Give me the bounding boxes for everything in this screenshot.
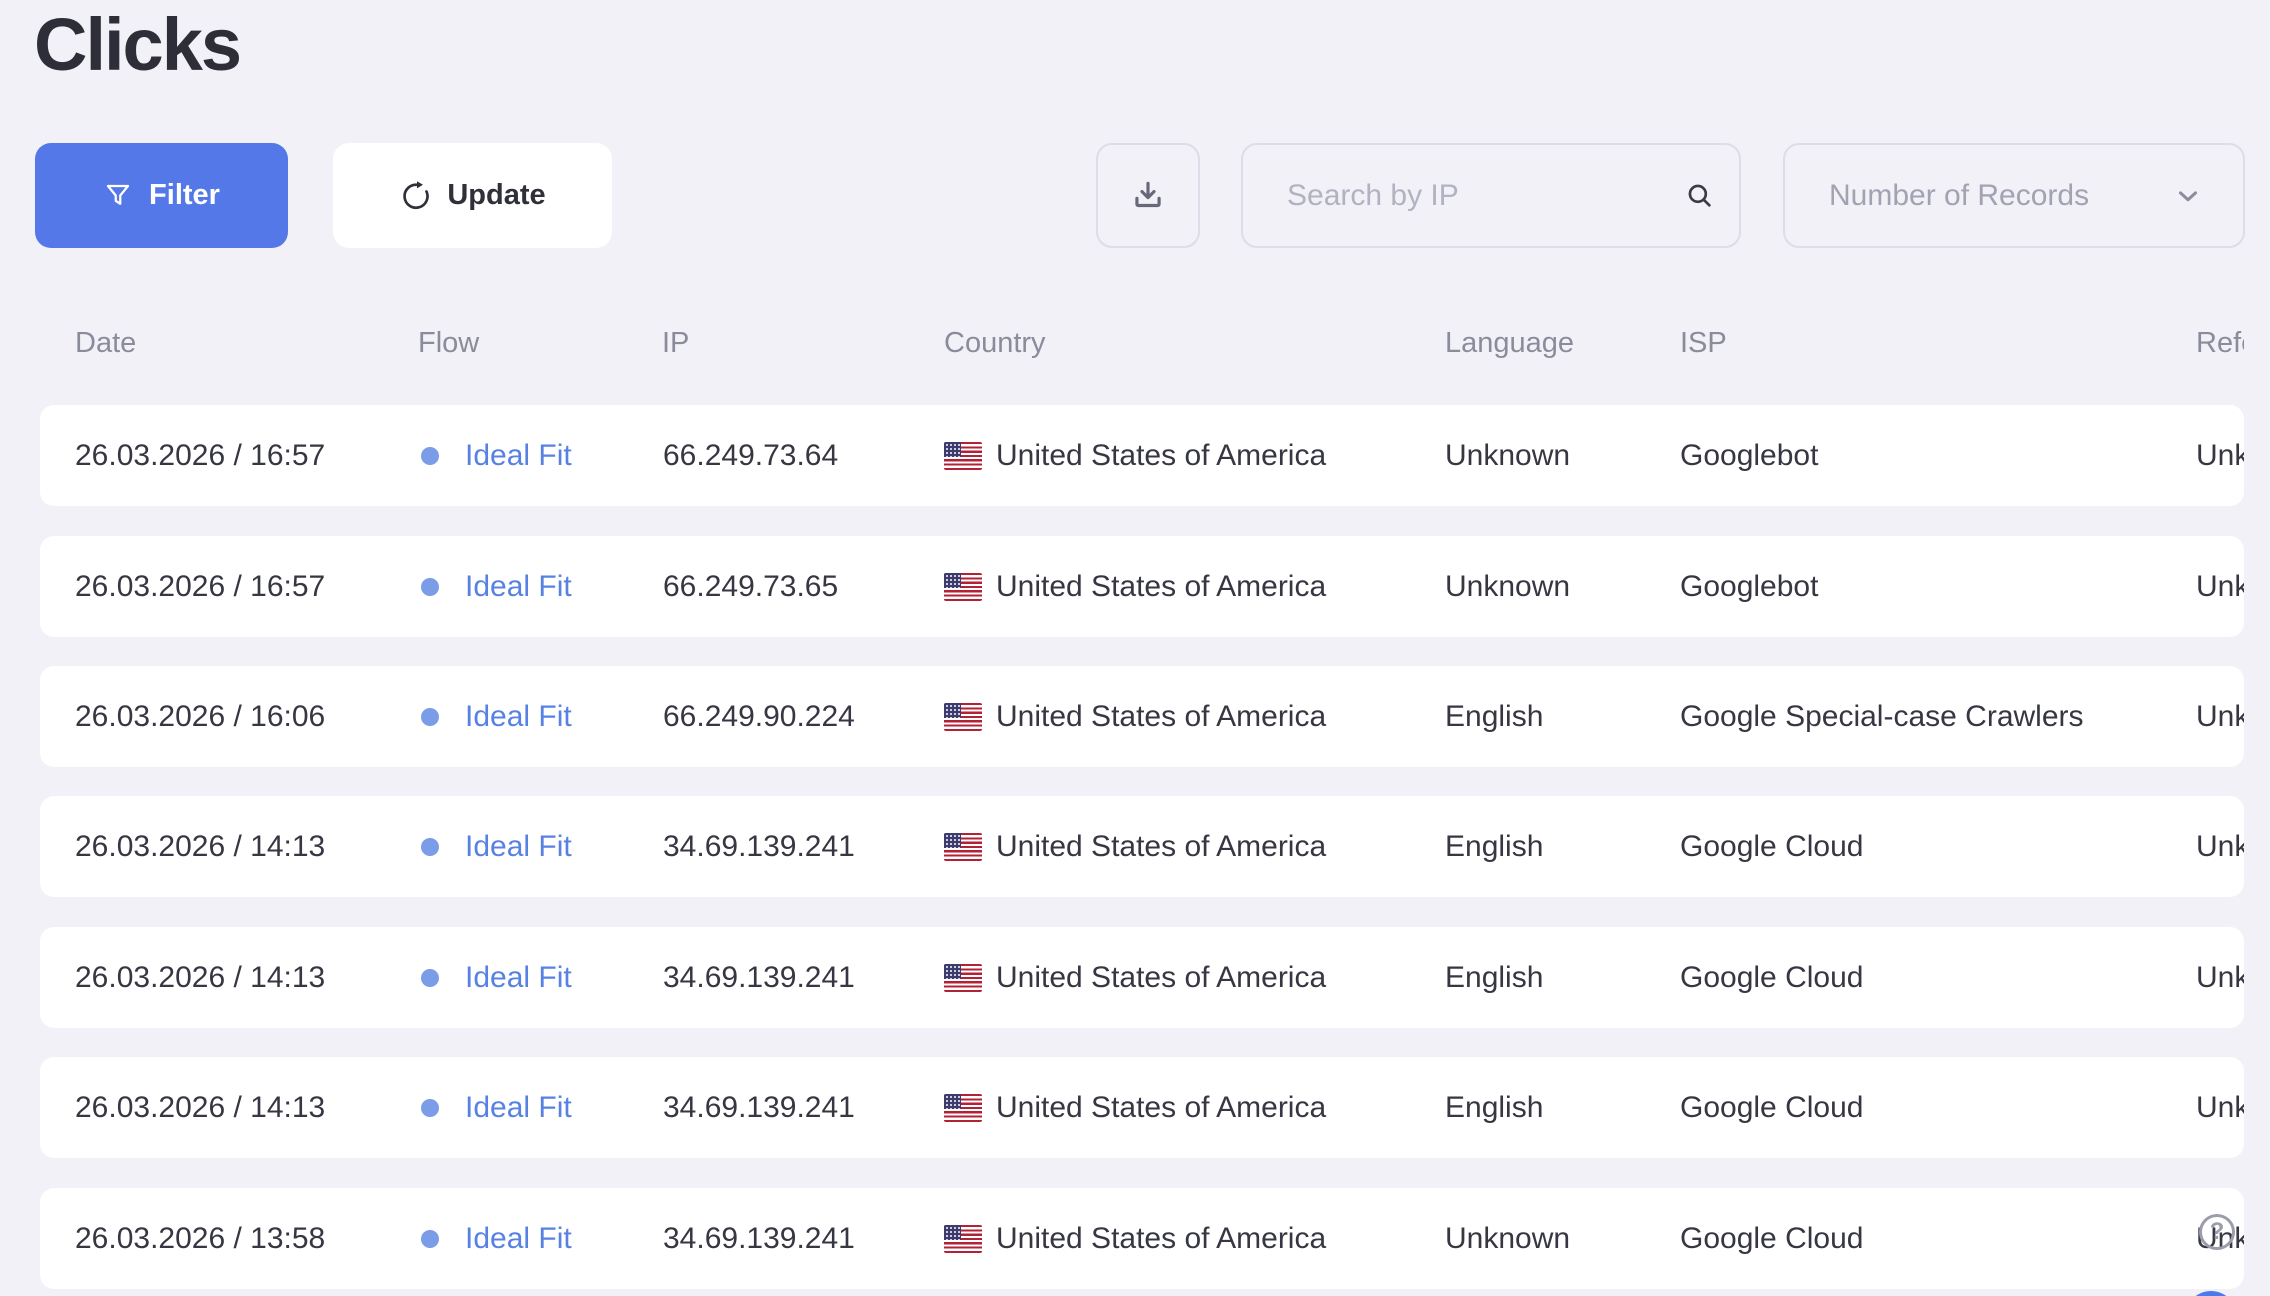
cell-country: United States of America	[944, 1057, 1326, 1158]
cell-country: United States of America	[944, 405, 1326, 506]
us-flag-icon	[944, 963, 982, 992]
blue-dot-icon	[421, 707, 439, 726]
cell-country: United States of America	[944, 1188, 1326, 1289]
flow-label: Ideal Fit	[465, 1090, 572, 1124]
cell-country: United States of America	[944, 796, 1326, 897]
column-header-date: Date	[75, 327, 137, 359]
table-row: 26.03.2026 / 14:13 Ideal Fit 34.69.139.2…	[40, 927, 2244, 1028]
country-name: United States of America	[996, 699, 1327, 733]
cell-referer: Unknown	[2196, 700, 2244, 733]
cell-country: United States of America	[944, 666, 1326, 767]
flow-label: Ideal Fit	[465, 960, 572, 994]
cell-referer: Unknown	[2196, 1091, 2244, 1124]
table-row: 26.03.2026 / 14:13 Ideal Fit 34.69.139.2…	[40, 1057, 2244, 1158]
cell-date: 26.03.2026 / 16:57	[75, 439, 326, 472]
blue-dot-icon	[421, 446, 439, 465]
table-row: 26.03.2026 / 16:57 Ideal Fit 66.249.73.6…	[40, 536, 2244, 637]
flow-link[interactable]: Ideal Fit	[421, 796, 572, 897]
cell-ip: 34.69.139.241	[663, 830, 855, 863]
cell-ip: 66.249.73.64	[663, 439, 839, 472]
cell-language: English	[1445, 830, 1544, 863]
flow-link[interactable]: Ideal Fit	[421, 536, 572, 637]
country-name: United States of America	[996, 569, 1327, 603]
us-flag-icon	[944, 572, 982, 601]
cell-country: United States of America	[944, 927, 1326, 1028]
question-mark-icon: ?	[2209, 1218, 2225, 1245]
us-flag-icon	[944, 702, 982, 731]
cell-isp: Google Cloud	[1680, 961, 1864, 994]
cell-language: Unknown	[1445, 439, 1571, 472]
cell-ip: 34.69.139.241	[663, 961, 855, 994]
cell-country: United States of America	[944, 536, 1326, 637]
cell-isp: Google Cloud	[1680, 1091, 1864, 1124]
cell-ip: 34.69.139.241	[663, 1091, 855, 1124]
blue-dot-icon	[421, 837, 439, 856]
clicks-table: Date Flow IP Country Language ISP Referer 26.0…	[0, 0, 2244, 1296]
flow-link[interactable]: Ideal Fit	[421, 1057, 572, 1158]
clicks-page: Clicks Filter Update Search by IP Number…	[0, 0, 2270, 1296]
country-name: United States of America	[996, 1090, 1327, 1124]
column-header-referer: Referer	[2196, 327, 2244, 359]
cell-referer: Unknown	[2196, 830, 2244, 863]
blue-dot-icon	[421, 1098, 439, 1117]
flow-label: Ideal Fit	[465, 1221, 572, 1255]
column-header-ip: IP	[662, 327, 690, 359]
cell-isp: Google Cloud	[1680, 1222, 1864, 1255]
country-name: United States of America	[996, 960, 1327, 994]
cell-ip: 66.249.73.65	[663, 570, 839, 603]
country-name: United States of America	[996, 829, 1327, 863]
column-header-language: Language	[1445, 327, 1575, 359]
cell-ip: 66.249.90.224	[663, 700, 855, 733]
table-row: 26.03.2026 / 16:06 Ideal Fit 66.249.90.2…	[40, 666, 2244, 767]
cell-isp: Googlebot	[1680, 570, 1819, 603]
column-header-isp: ISP	[1680, 327, 1727, 359]
cell-language: English	[1445, 961, 1544, 994]
country-name: United States of America	[996, 1221, 1327, 1255]
column-header-flow: Flow	[418, 327, 480, 359]
flow-link[interactable]: Ideal Fit	[421, 1188, 572, 1289]
blue-dot-icon	[421, 968, 439, 987]
table-row: 26.03.2026 / 13:58 Ideal Fit 34.69.139.2…	[40, 1188, 2244, 1289]
flow-label: Ideal Fit	[465, 699, 572, 733]
cell-isp: Google Cloud	[1680, 830, 1864, 863]
us-flag-icon	[944, 832, 982, 861]
cell-date: 26.03.2026 / 13:58	[75, 1222, 326, 1255]
flow-link[interactable]: Ideal Fit	[421, 927, 572, 1028]
cell-date: 26.03.2026 / 14:13	[75, 830, 326, 863]
blue-dot-icon	[421, 1229, 439, 1248]
cell-isp: Google Special-case Crawlers	[1680, 700, 2084, 733]
country-name: United States of America	[996, 438, 1327, 472]
cell-language: English	[1445, 1091, 1544, 1124]
flow-label: Ideal Fit	[465, 569, 572, 603]
us-flag-icon	[944, 441, 982, 470]
flow-link[interactable]: Ideal Fit	[421, 666, 572, 767]
help-button[interactable]: ?	[2199, 1214, 2235, 1250]
cell-ip: 34.69.139.241	[663, 1222, 855, 1255]
cell-date: 26.03.2026 / 16:06	[75, 700, 326, 733]
flow-label: Ideal Fit	[465, 829, 572, 863]
table-row: 26.03.2026 / 14:13 Ideal Fit 34.69.139.2…	[40, 796, 2244, 897]
cell-language: Unknown	[1445, 1222, 1571, 1255]
cell-date: 26.03.2026 / 16:57	[75, 570, 326, 603]
table-row: 26.03.2026 / 16:57 Ideal Fit 66.249.73.6…	[40, 405, 2244, 506]
cell-date: 26.03.2026 / 14:13	[75, 961, 326, 994]
cell-language: English	[1445, 700, 1544, 733]
us-flag-icon	[944, 1093, 982, 1122]
column-header-country: Country	[944, 327, 1046, 359]
cell-referer: Unknown	[2196, 439, 2244, 472]
cell-date: 26.03.2026 / 14:13	[75, 1091, 326, 1124]
us-flag-icon	[944, 1224, 982, 1253]
flow-label: Ideal Fit	[465, 438, 572, 472]
cell-referer: Unknown	[2196, 961, 2244, 994]
cell-isp: Googlebot	[1680, 439, 1819, 472]
flow-link[interactable]: Ideal Fit	[421, 405, 572, 506]
cell-language: Unknown	[1445, 570, 1571, 603]
blue-dot-icon	[421, 577, 439, 596]
cell-referer: Unknown	[2196, 570, 2244, 603]
